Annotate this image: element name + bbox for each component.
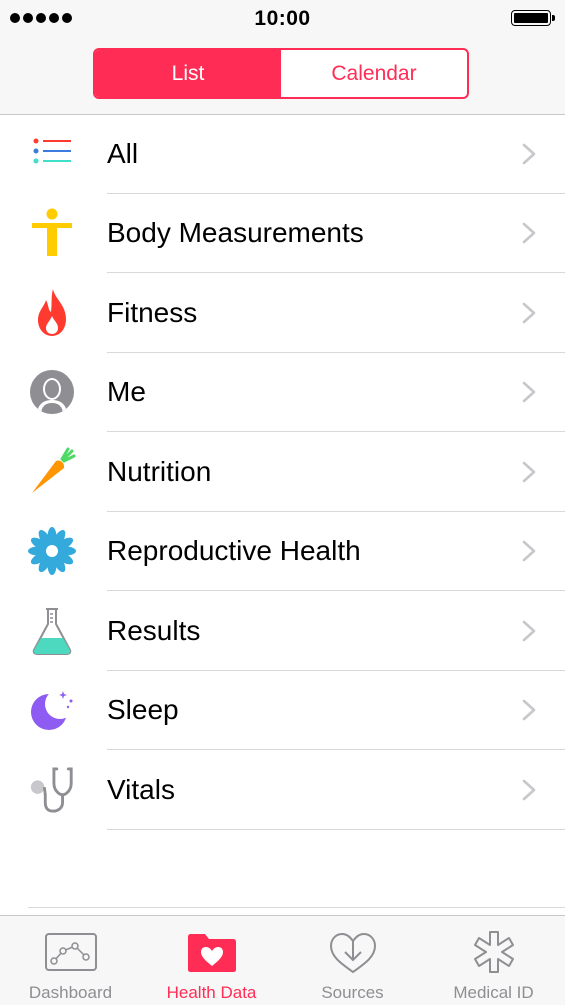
body-figure-icon [28, 208, 76, 257]
category-label: Fitness [107, 296, 198, 328]
category-label: Body Measurements [107, 217, 364, 249]
category-label: Reproductive Health [107, 535, 361, 567]
chevron-right-icon [522, 461, 536, 483]
category-label: Vitals [107, 773, 175, 805]
category-row-sleep[interactable]: Sleep [0, 671, 565, 750]
category-row-body-measurements[interactable]: Body Measurements [0, 194, 565, 273]
tab-medical-id[interactable]: Medical ID [423, 916, 564, 1005]
category-label: Me [107, 376, 146, 408]
status-bar: 10:00 [0, 0, 565, 36]
navigation-header: List Calendar [0, 36, 565, 115]
tab-bar: Dashboard Health Data Sources Medical ID [0, 907, 565, 1005]
folder-heart-icon [184, 930, 240, 974]
health-categories-list: All Body Measurements Fitness Me Nutriti… [0, 114, 565, 830]
category-row-results[interactable]: Results [0, 591, 565, 671]
category-label: Nutrition [107, 455, 212, 487]
category-row-me[interactable]: Me [0, 353, 565, 432]
tab-label: Medical ID [453, 983, 534, 1002]
category-label: Results [107, 614, 201, 646]
flame-icon [28, 288, 76, 337]
list-icon [28, 130, 76, 178]
category-row-vitals[interactable]: Vitals [0, 750, 565, 830]
tab-label: Health Data [166, 983, 257, 1002]
chevron-right-icon [522, 540, 536, 562]
carrot-icon [28, 447, 76, 496]
category-label: Sleep [107, 694, 179, 726]
tab-health-data[interactable]: Health Data [141, 916, 282, 1005]
moon-icon [28, 686, 76, 734]
chevron-right-icon [522, 222, 536, 244]
category-row-fitness[interactable]: Fitness [0, 273, 565, 353]
chevron-right-icon [522, 302, 536, 324]
category-row-nutrition[interactable]: Nutrition [0, 432, 565, 512]
stethoscope-icon [28, 766, 76, 814]
status-time: 10:00 [254, 7, 311, 30]
row-separator [107, 828, 565, 830]
medical-star-icon [466, 930, 522, 974]
flower-icon [28, 527, 76, 576]
battery-icon [511, 10, 555, 26]
person-silhouette-icon [28, 368, 76, 416]
segment-calendar[interactable]: Calendar [281, 50, 467, 97]
flask-icon [28, 607, 76, 655]
category-row-all[interactable]: All [0, 114, 565, 194]
chart-icon [43, 930, 99, 974]
view-segmented-control: List Calendar [93, 48, 469, 99]
chevron-right-icon [522, 620, 536, 642]
chevron-right-icon [522, 381, 536, 403]
heart-download-icon [325, 930, 381, 974]
tab-dashboard[interactable]: Dashboard [0, 916, 141, 1005]
tab-label: Dashboard [28, 983, 113, 1002]
tab-sources[interactable]: Sources [282, 916, 423, 1005]
tab-label: Sources [321, 983, 384, 1002]
chevron-right-icon [522, 143, 536, 165]
list-footer-separator [28, 907, 565, 908]
segment-list[interactable]: List [95, 50, 281, 97]
category-row-reproductive-health[interactable]: Reproductive Health [0, 512, 565, 591]
category-label: All [107, 137, 139, 169]
chevron-right-icon [522, 779, 536, 801]
chevron-right-icon [522, 699, 536, 721]
